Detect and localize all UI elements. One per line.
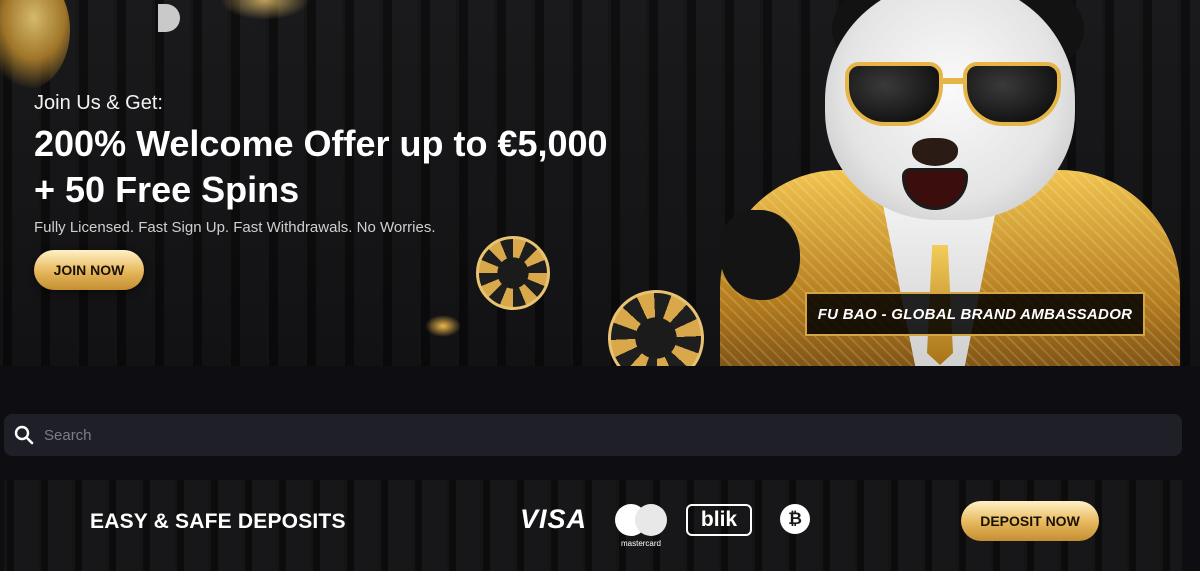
panda-paw — [720, 210, 800, 300]
sunglasses — [845, 62, 1065, 130]
bitcoin-icon: ₿ — [780, 504, 810, 534]
deposit-title: EASY & SAFE DEPOSITS — [90, 510, 346, 533]
sunglasses-lens — [845, 62, 943, 126]
search-input[interactable] — [44, 414, 1182, 456]
headline-line-1: 200% Welcome Offer up to €5,000 — [34, 123, 608, 164]
mastercard-circles — [615, 504, 667, 536]
chip-glow-decoration — [425, 315, 461, 337]
visa-logo: VISA — [520, 504, 588, 534]
gold-decoration — [0, 0, 70, 90]
hero-headline: 200% Welcome Offer up to €5,000 + 50 Fre… — [34, 121, 674, 213]
hero-text-block: Join Us & Get: 200% Welcome Offer up to … — [34, 92, 674, 236]
gold-decoration — [220, 0, 310, 20]
hero-subline: Fully Licensed. Fast Sign Up. Fast Withd… — [34, 219, 436, 236]
search-bar[interactable] — [4, 414, 1182, 456]
hero-eyebrow: Join Us & Get: — [34, 92, 163, 114]
panda-nose — [912, 138, 958, 166]
ambassador-caption: FU BAO - GLOBAL BRAND AMBASSADOR — [805, 292, 1145, 336]
deposit-banner: EASY & SAFE DEPOSITS VISA mastercard bli… — [4, 480, 1182, 571]
slider-indicator[interactable] — [158, 4, 180, 32]
blik-logo: blik — [686, 504, 752, 536]
mastercard-label: mastercard — [620, 539, 661, 548]
hero-banner[interactable]: Join Us & Get: 200% Welcome Offer up to … — [0, 0, 1200, 366]
headline-line-2: + 50 Free Spins — [34, 169, 300, 210]
mastercard-logo: mastercard — [611, 498, 671, 554]
search-icon[interactable] — [4, 414, 44, 456]
deposit-now-button[interactable]: DEPOSIT NOW — [961, 501, 1099, 541]
join-now-button[interactable]: JOIN NOW — [34, 250, 144, 290]
sunglasses-lens — [963, 62, 1061, 126]
casino-chip-image — [476, 236, 550, 310]
